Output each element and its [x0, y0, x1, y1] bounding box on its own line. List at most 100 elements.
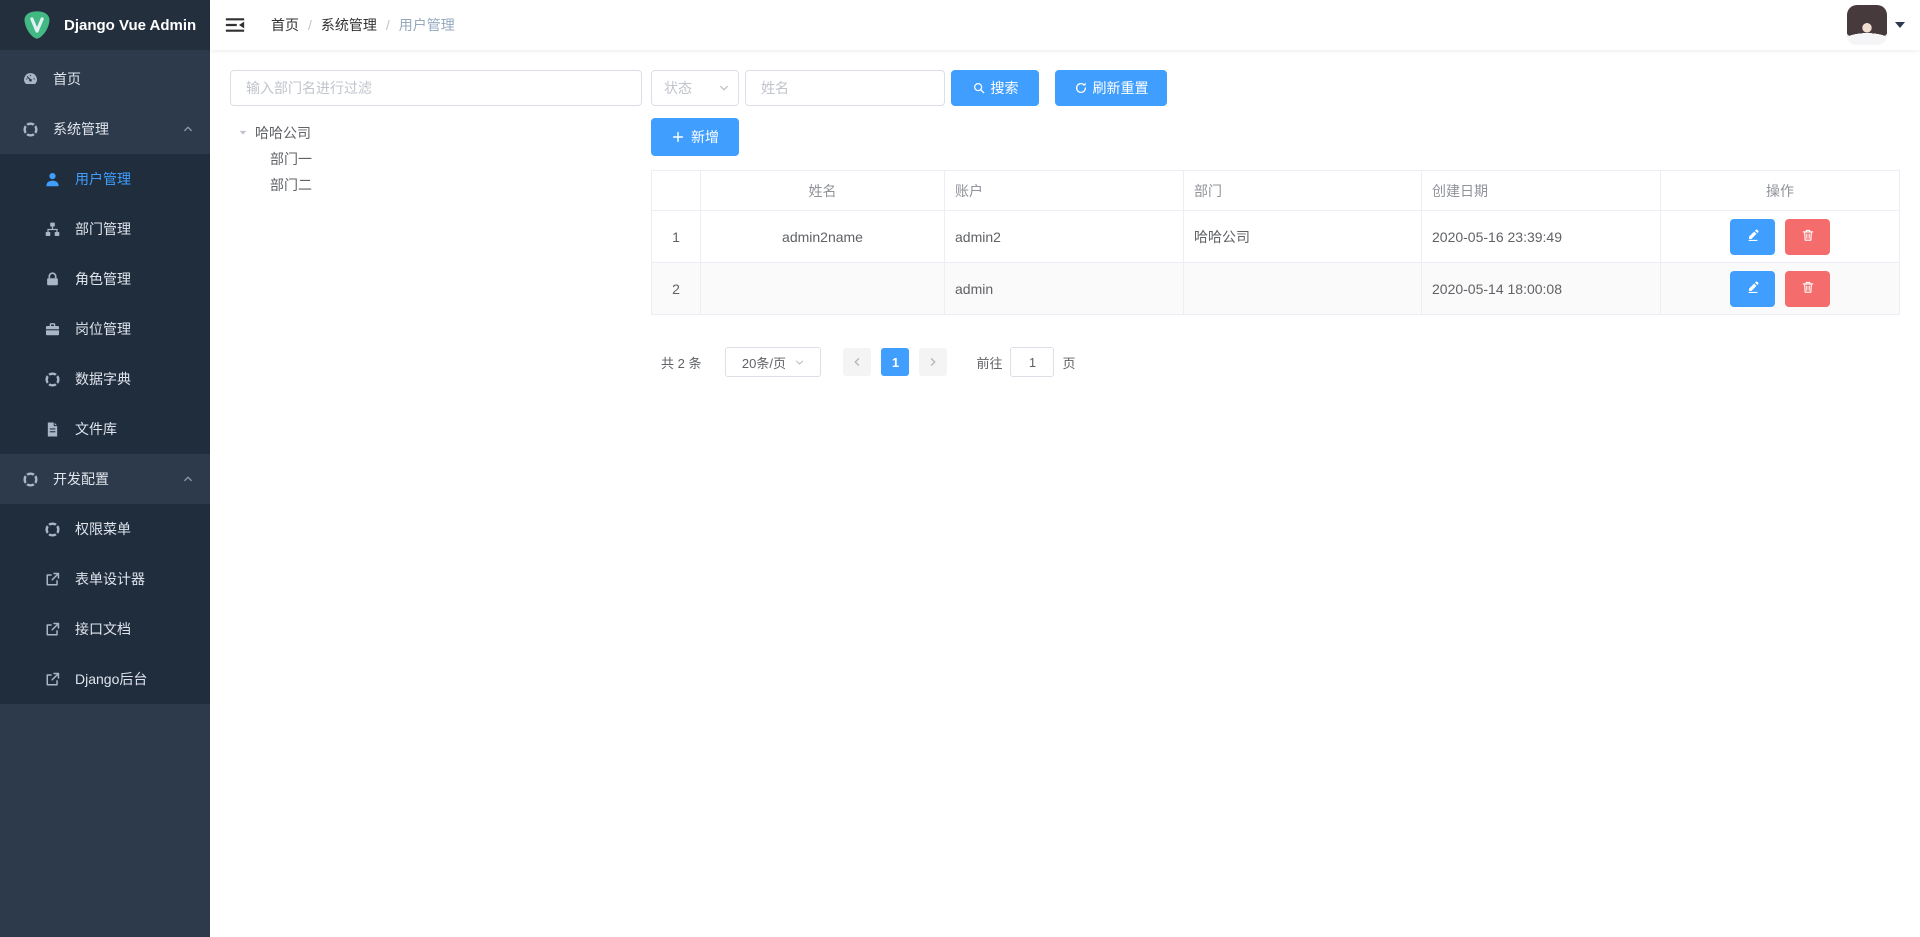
sidebar-item-label: 用户管理 [75, 169, 194, 189]
refresh-reset-button[interactable]: 刷新重置 [1055, 70, 1167, 106]
sidebar-item-django-admin[interactable]: Django后台 [0, 654, 210, 704]
dept-filter-input[interactable] [230, 70, 642, 106]
add-button[interactable]: 新增 [651, 118, 739, 156]
sidebar-item-system-mgmt[interactable]: 系统管理 [0, 104, 210, 154]
sidebar-item-role-mgmt[interactable]: 角色管理 [0, 254, 210, 304]
next-page-button[interactable] [919, 348, 947, 376]
tree-node-root[interactable]: 哈哈公司 [230, 120, 642, 146]
status-select[interactable]: 状态 [651, 70, 739, 106]
prev-page-button[interactable] [843, 348, 871, 376]
dept-tree-panel: 哈哈公司 部门一部门二 [230, 118, 642, 198]
page-number-1[interactable]: 1 [881, 348, 909, 376]
guide-icon [44, 371, 61, 388]
refresh-icon [1074, 81, 1088, 95]
sidebar-item-label: 系统管理 [53, 119, 182, 139]
sidebar-item-home[interactable]: 首页 [0, 54, 210, 104]
cell-dept [1184, 263, 1422, 315]
sidebar-item-dept-mgmt[interactable]: 部门管理 [0, 204, 210, 254]
page-content: 状态 搜索 刷新重置 [210, 50, 1920, 937]
caret-down-icon[interactable] [1895, 22, 1905, 28]
sidebar-item-label: 开发配置 [53, 469, 182, 489]
users-table: 姓名账户部门创建日期操作 1admin2nameadmin2哈哈公司2020-0… [651, 170, 1900, 315]
sidebar-item-data-dict[interactable]: 数据字典 [0, 354, 210, 404]
breadcrumb-home[interactable]: 首页 [271, 15, 299, 35]
external-link-icon [44, 621, 61, 638]
sidebar-item-permission-menu[interactable]: 权限菜单 [0, 504, 210, 554]
edit-button[interactable] [1730, 219, 1775, 255]
sidebar-item-user-mgmt[interactable]: 用户管理 [0, 154, 210, 204]
tree-root-label: 哈哈公司 [255, 123, 311, 143]
page-size-select[interactable]: 20条/页 [725, 347, 821, 377]
sidebar-item-dev-config[interactable]: 开发配置 [0, 454, 210, 504]
document-icon [44, 421, 61, 438]
app-root: Django Vue Admin 首页系统管理用户管理部门管理角色管理岗位管理数… [0, 0, 1920, 937]
sidebar-item-file-library[interactable]: 文件库 [0, 404, 210, 454]
delete-button[interactable] [1785, 219, 1830, 255]
sidebar-item-post-mgmt[interactable]: 岗位管理 [0, 304, 210, 354]
trash-icon [1801, 228, 1815, 245]
guide-icon [22, 121, 39, 138]
sidebar-item-label: 部门管理 [75, 219, 194, 239]
column-header: 姓名 [701, 171, 945, 211]
vue-logo-icon [22, 10, 52, 40]
pagination: 共 2 条 20条/页 1 [651, 347, 1900, 377]
top-navbar: 首页 / 系统管理 / 用户管理 [210, 0, 1920, 50]
sidebar: Django Vue Admin 首页系统管理用户管理部门管理角色管理岗位管理数… [0, 0, 210, 937]
breadcrumb: 首页 / 系统管理 / 用户管理 [271, 15, 455, 35]
sidebar-item-api-docs[interactable]: 接口文档 [0, 604, 210, 654]
caret-down-icon[interactable] [238, 128, 248, 138]
page-size-value: 20条/页 [742, 353, 786, 372]
sidebar-item-label: 表单设计器 [75, 569, 194, 589]
cell-actions [1661, 263, 1900, 315]
name-filter-input[interactable] [745, 70, 945, 106]
sidebar-fold-icon[interactable] [224, 14, 246, 36]
column-header: 创建日期 [1422, 171, 1661, 211]
chevron-up-icon [182, 123, 194, 135]
sidebar-item-label: 接口文档 [75, 619, 194, 639]
cell-name [701, 263, 945, 315]
edit-icon [1746, 228, 1760, 245]
edit-icon [1746, 280, 1760, 297]
external-link-icon [44, 671, 61, 688]
app-logo: Django Vue Admin [0, 0, 210, 50]
tree-node-child[interactable]: 部门一 [230, 146, 642, 172]
cell-actions [1661, 211, 1900, 263]
pagination-total: 共 2 条 [661, 353, 701, 372]
column-header: 账户 [945, 171, 1184, 211]
edit-button[interactable] [1730, 271, 1775, 307]
column-header [652, 171, 701, 211]
sidebar-item-label: 权限菜单 [75, 519, 194, 539]
cell-account: admin [945, 263, 1184, 315]
main-area: 首页 / 系统管理 / 用户管理 状态 [210, 0, 1920, 937]
goto-page-input[interactable] [1010, 347, 1054, 377]
user-avatar[interactable] [1847, 5, 1887, 45]
chevron-up-icon [182, 473, 194, 485]
chevron-down-icon [718, 82, 730, 94]
cell-index: 2 [652, 263, 701, 315]
dashboard-icon [22, 71, 39, 88]
tree-node-child[interactable]: 部门二 [230, 172, 642, 198]
briefcase-icon [44, 321, 61, 338]
sidebar-menu: 首页系统管理用户管理部门管理角色管理岗位管理数据字典文件库开发配置权限菜单表单设… [0, 50, 210, 704]
sidebar-item-form-designer[interactable]: 表单设计器 [0, 554, 210, 604]
sidebar-item-label: 数据字典 [75, 369, 194, 389]
table-panel: 新增 姓名账户部门创建日期操作 1admin2nameadmin2哈哈公司202… [651, 118, 1900, 377]
search-button-label: 搜索 [991, 78, 1019, 98]
search-button[interactable]: 搜索 [951, 70, 1039, 106]
cell-account: admin2 [945, 211, 1184, 263]
reset-button-label: 刷新重置 [1093, 78, 1149, 98]
cell-dept: 哈哈公司 [1184, 211, 1422, 263]
table-header: 姓名账户部门创建日期操作 [652, 171, 1900, 211]
navbar-right [1847, 5, 1905, 45]
column-header: 部门 [1184, 171, 1422, 211]
table-body: 1admin2nameadmin2哈哈公司2020-05-16 23:39:49… [652, 211, 1900, 315]
guide-icon [44, 521, 61, 538]
cell-index: 1 [652, 211, 701, 263]
delete-button[interactable] [1785, 271, 1830, 307]
breadcrumb-separator: / [308, 17, 312, 33]
sidebar-item-label: 文件库 [75, 419, 194, 439]
breadcrumb-system[interactable]: 系统管理 [321, 15, 377, 35]
column-header: 操作 [1661, 171, 1900, 211]
breadcrumb-separator: / [386, 17, 390, 33]
chevron-down-icon [794, 357, 805, 368]
